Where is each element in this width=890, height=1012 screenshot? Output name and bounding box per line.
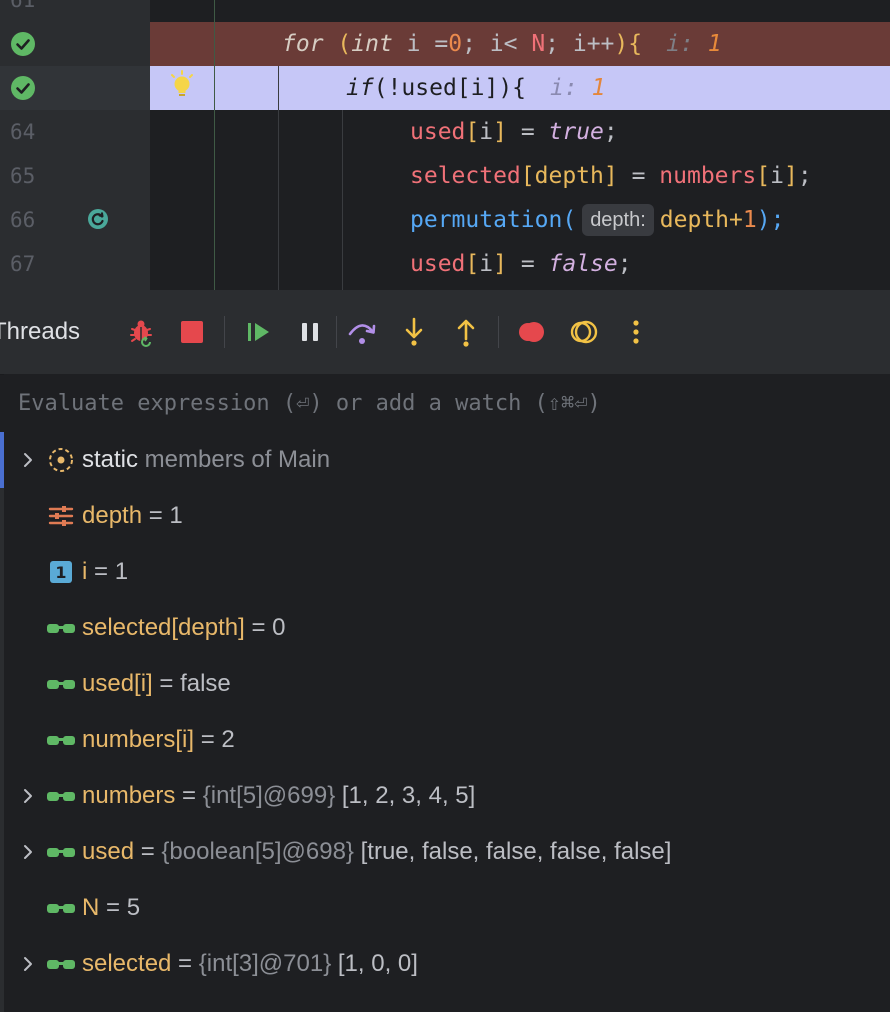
toolbar-separator [336, 316, 337, 348]
line-number: 61 [10, 0, 36, 12]
toolbar-separator [498, 316, 499, 348]
indent-guide [278, 66, 279, 290]
gutter-row: 66 [0, 198, 150, 242]
variable-row-watch[interactable]: used[i] = false [4, 656, 890, 712]
step-over-icon[interactable] [346, 316, 378, 348]
variable-row-i[interactable]: 1 i = 1 [4, 544, 890, 600]
gutter-row: 61 [0, 0, 150, 22]
pause-icon[interactable] [294, 316, 326, 348]
variable-text: used[i] = false [82, 670, 231, 697]
variable-text: N = 5 [82, 894, 141, 921]
variable-text: numbers = {int[5]@699} [1, 2, 3, 4, 5] [82, 782, 476, 809]
code-text: selected[depth] = numbers[i]; [410, 163, 812, 189]
code-text: if(!used[i]){i: 1 [346, 75, 606, 101]
indent-guide [342, 110, 343, 290]
breakpoints-icon[interactable] [516, 316, 548, 348]
watch-icon [46, 782, 76, 810]
indent-guide [214, 0, 215, 290]
variable-row-watch[interactable]: numbers[i] = 2 [4, 712, 890, 768]
code-line[interactable]: used[i] = true; [150, 110, 890, 154]
more-vertical-icon[interactable] [620, 316, 652, 348]
watch-icon [46, 950, 76, 978]
step-into-icon[interactable] [398, 316, 430, 348]
parameter-icon [46, 502, 76, 530]
line-number: 66 [10, 208, 36, 232]
step-out-icon[interactable] [450, 316, 482, 348]
stop-icon[interactable] [176, 316, 208, 348]
variable-row-watch-expandable[interactable]: used = {boolean[5]@698} [true, false, fa… [4, 824, 890, 880]
chevron-right-icon[interactable] [16, 952, 40, 976]
threads-tab[interactable]: Threads [0, 290, 80, 374]
code-text: used[i] = true; [410, 119, 618, 145]
variable-row-static[interactable]: static members of Main [4, 432, 890, 488]
line-number: 65 [10, 164, 36, 188]
local-variable-icon: 1 [46, 558, 76, 586]
debug-toolbar: Threads [0, 290, 890, 375]
variable-text: static members of Main [82, 446, 331, 473]
bug-rerun-icon[interactable] [126, 316, 158, 348]
gutter-row: 64 [0, 110, 150, 154]
line-number: 67 [10, 252, 36, 276]
editor-gutter[interactable]: 61 64 65 66 67 [0, 0, 150, 290]
inlay-hint-name: i: [550, 75, 578, 101]
code-text: permutation(depth: depth+1); [410, 198, 784, 242]
code-line[interactable]: selected[depth] = numbers[i]; [150, 154, 890, 198]
watch-icon [46, 670, 76, 698]
watch-icon [46, 894, 76, 922]
evaluate-expression-input[interactable] [18, 384, 878, 422]
code-line-current[interactable]: if(!used[i]){i: 1 [150, 66, 890, 110]
variables-panel: static members of Main depth = 1 1 i = 1… [0, 432, 890, 1012]
gutter-row-current[interactable] [0, 66, 150, 110]
variable-row-depth[interactable]: depth = 1 [4, 488, 890, 544]
evaluate-bar [4, 374, 890, 433]
toolbar-separator [224, 316, 225, 348]
gutter-row: 67 [0, 242, 150, 286]
code-editor[interactable]: 61 64 65 66 67 for (int i =0; i< N; i++)… [0, 0, 890, 290]
lightbulb-icon[interactable] [168, 70, 196, 100]
code-text: for (int i =0; i< N; i++){i: 1 [282, 31, 722, 57]
inlay-hint-value: 1 [707, 31, 722, 57]
code-line[interactable]: used[i] = false; [150, 242, 890, 286]
static-members-icon [46, 446, 76, 474]
variable-row-watch-expandable[interactable]: selected = {int[3]@701} [1, 0, 0] [4, 936, 890, 992]
variable-row-watch[interactable]: selected[depth] = 0 [4, 600, 890, 656]
recursive-call-icon [86, 207, 110, 231]
breakpoint-check-icon[interactable] [11, 76, 35, 100]
line-number: 64 [10, 120, 36, 144]
watch-icon [46, 838, 76, 866]
local-badge-text: 1 [55, 563, 66, 582]
chevron-right-icon[interactable] [16, 448, 40, 472]
mute-breakpoints-icon[interactable] [568, 316, 600, 348]
watch-icon [46, 614, 76, 642]
chevron-right-icon[interactable] [16, 784, 40, 808]
parameter-hint: depth: [582, 204, 654, 236]
variable-text: selected = {int[3]@701} [1, 0, 0] [82, 950, 418, 977]
chevron-right-icon[interactable] [16, 840, 40, 864]
variable-text: selected[depth] = 0 [82, 614, 286, 641]
code-line[interactable]: permutation(depth: depth+1); [150, 198, 890, 242]
variable-row-watch-expandable[interactable]: numbers = {int[5]@699} [1, 2, 3, 4, 5] [4, 768, 890, 824]
code-line-breakpoint[interactable]: for (int i =0; i< N; i++){i: 1 [150, 22, 890, 66]
variable-row-watch[interactable]: N = 5 [4, 880, 890, 936]
breakpoint-check-icon[interactable] [11, 32, 35, 56]
gutter-row-breakpoint[interactable] [0, 22, 150, 66]
inlay-hint-name: i: [666, 31, 694, 57]
variable-text: depth = 1 [82, 502, 183, 529]
watch-icon [46, 726, 76, 754]
variable-text: numbers[i] = 2 [82, 726, 235, 753]
gutter-row: 65 [0, 154, 150, 198]
variable-text: used = {boolean[5]@698} [true, false, fa… [82, 838, 672, 865]
variable-text: i = 1 [82, 558, 129, 585]
resume-icon[interactable] [242, 316, 274, 348]
inlay-hint-value: 1 [591, 75, 606, 101]
code-text: used[i] = false; [410, 251, 632, 277]
